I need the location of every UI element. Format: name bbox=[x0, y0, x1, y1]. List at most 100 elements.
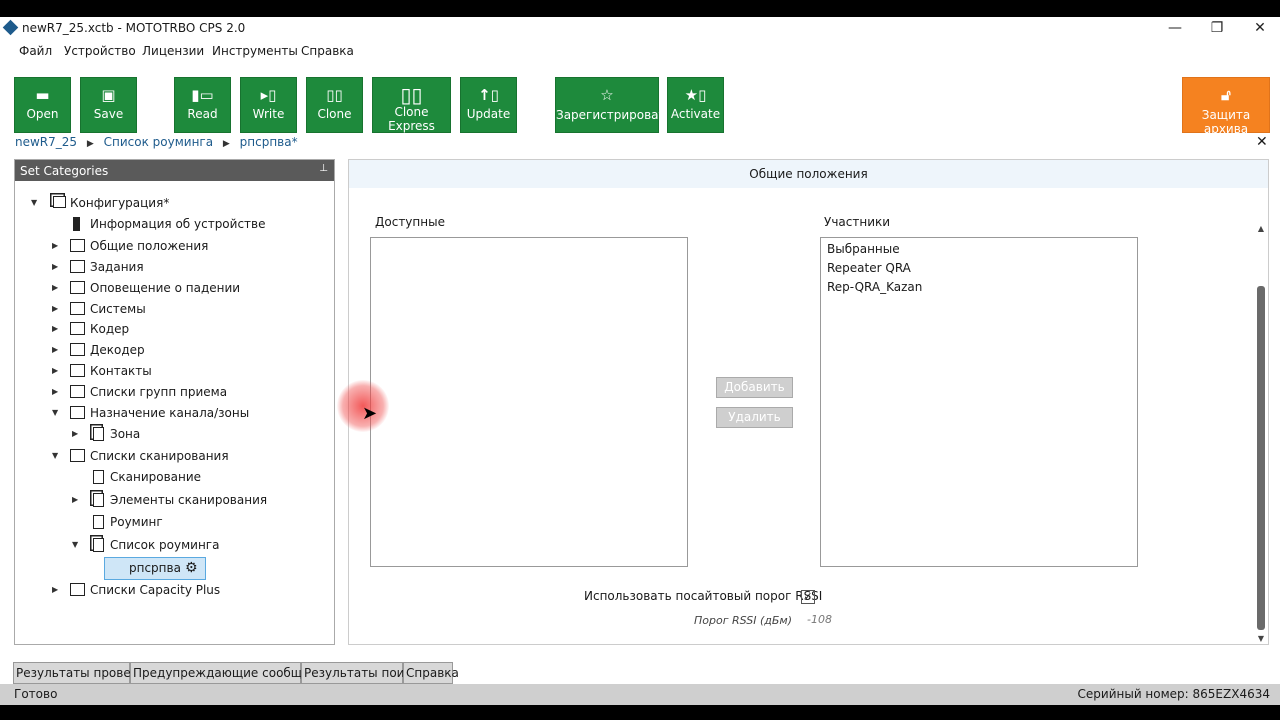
read-device-icon: ▮▭ bbox=[191, 86, 214, 104]
tree-label: Списки Capacity Plus bbox=[90, 583, 221, 597]
read-label: Read bbox=[187, 107, 218, 121]
tree-label: Сканирование bbox=[110, 470, 202, 484]
menu-file[interactable]: Файл bbox=[19, 44, 52, 58]
expand-arrow-icon[interactable]: ▶ bbox=[52, 382, 62, 402]
rssi-threshold-value[interactable]: -108 bbox=[807, 613, 832, 626]
archive-protection-button[interactable]: 🔓︎ Защита архива bbox=[1182, 77, 1270, 136]
tree-label: Назначение канала/зоны bbox=[90, 406, 250, 420]
tab-check-results[interactable]: Результаты проверки bbox=[13, 662, 153, 684]
page-icon bbox=[93, 515, 104, 529]
panel-title: Set Categories bbox=[20, 164, 109, 178]
add-button[interactable]: Добавить bbox=[716, 377, 793, 398]
tree-label: Роуминг bbox=[110, 515, 163, 529]
folder-icon bbox=[70, 583, 85, 596]
menu-help[interactable]: Справка bbox=[301, 44, 354, 58]
folder-open-icon: ▬ bbox=[35, 86, 50, 104]
menu-tools[interactable]: Инструменты bbox=[212, 44, 298, 58]
expand-arrow-icon[interactable]: ▶ bbox=[72, 490, 82, 510]
breadcrumb-item[interactable]: newR7_25 bbox=[15, 135, 77, 149]
breadcrumb: newR7_25 ▶ Список роуминга ▶ рпсрпва* bbox=[15, 135, 304, 151]
expand-arrow-icon[interactable]: ▶ bbox=[72, 424, 82, 444]
register-label: Зарегистрировать bbox=[556, 108, 673, 122]
status-bar: Готово Серийный номер: 865EZX4634 bbox=[0, 684, 1280, 705]
expand-arrow-icon[interactable]: ▶ bbox=[52, 580, 62, 600]
archive-protection-label: Защита архива bbox=[1201, 108, 1251, 136]
members-listbox[interactable]: Выбранные Repeater QRA Rep-QRA_Kazan bbox=[820, 237, 1138, 567]
list-item[interactable]: Repeater QRA bbox=[827, 261, 911, 275]
expand-arrow-icon[interactable]: ▶ bbox=[52, 236, 62, 256]
activate-button[interactable]: ★▯ Activate bbox=[667, 77, 724, 133]
clone-button[interactable]: ▯▯ Clone bbox=[306, 77, 363, 133]
expand-arrow-icon[interactable]: ▶ bbox=[52, 361, 62, 381]
write-device-icon: ▸▯ bbox=[260, 86, 277, 104]
expand-arrow-icon[interactable]: ▶ bbox=[52, 278, 62, 298]
tree-label: Списки групп приема bbox=[90, 385, 228, 399]
pages-icon bbox=[93, 493, 104, 507]
section-header: Общие положения bbox=[349, 160, 1268, 188]
list-item[interactable]: Rep-QRA_Kazan bbox=[827, 280, 922, 294]
scroll-up-icon[interactable]: ▲ bbox=[1256, 224, 1266, 233]
mouse-cursor-icon: ➤ bbox=[362, 403, 378, 424]
star-icon: ☆ bbox=[600, 86, 614, 104]
floppy-icon: ▣ bbox=[101, 86, 116, 104]
expand-arrow-icon[interactable]: ▼ bbox=[31, 193, 41, 213]
unlock-icon: 🔓︎ bbox=[1221, 86, 1231, 104]
list-item[interactable]: Выбранные bbox=[827, 242, 900, 256]
minimize-button[interactable]: — bbox=[1160, 19, 1190, 37]
vertical-scrollbar[interactable]: ▲ ▼ bbox=[1256, 210, 1266, 646]
set-categories-panel: Set Categories ⊥ ▼ Конфигурация* Информа… bbox=[14, 159, 335, 645]
gear-icon[interactable]: ⚙ bbox=[185, 560, 198, 576]
collapse-arrow-icon[interactable]: ▼ bbox=[72, 535, 82, 555]
folder-icon bbox=[70, 385, 85, 398]
folder-open-icon bbox=[70, 449, 85, 462]
tree-node-selected[interactable]: рпсрпва ⚙ bbox=[104, 557, 206, 580]
tab-help[interactable]: Справка bbox=[403, 662, 459, 684]
tree-label: Контакты bbox=[90, 364, 152, 378]
close-tab-icon[interactable]: ✕ bbox=[1256, 134, 1268, 150]
rssi-checkbox[interactable]: ✓ bbox=[801, 590, 815, 604]
pages-icon bbox=[93, 538, 104, 552]
chevron-right-icon: ▶ bbox=[222, 139, 230, 149]
collapse-arrow-icon[interactable]: ▼ bbox=[52, 446, 62, 466]
serial-number: Серийный номер: 865EZX4634 bbox=[1077, 687, 1270, 701]
tree-label: рпсрпва bbox=[129, 561, 181, 575]
scroll-thumb[interactable] bbox=[1257, 286, 1265, 630]
open-button[interactable]: ▬ Open bbox=[14, 77, 71, 133]
tree-label: Общие положения bbox=[90, 239, 209, 253]
menu-licenses[interactable]: Лицензии bbox=[142, 44, 204, 58]
tree-label: Список роуминга bbox=[110, 538, 220, 552]
chevron-right-icon: ▶ bbox=[86, 139, 94, 149]
scroll-down-icon[interactable]: ▼ bbox=[1256, 634, 1266, 643]
clone-express-button[interactable]: ▯▯ Clone Express bbox=[372, 77, 451, 133]
tree-label: Элементы сканирования bbox=[110, 493, 268, 507]
tab-search-results[interactable]: Результаты поиска bbox=[301, 662, 426, 684]
available-title: Доступные bbox=[375, 215, 445, 229]
roam-list-editor: Общие положения Доступные Участники Выбр… bbox=[348, 159, 1269, 645]
breadcrumb-item[interactable]: Список роуминга bbox=[104, 135, 213, 149]
tab-warnings[interactable]: Предупреждающие сообщения bbox=[130, 662, 332, 684]
pin-icon[interactable]: ⊥ bbox=[319, 163, 328, 174]
restore-button[interactable]: ❐ bbox=[1202, 19, 1232, 37]
expand-arrow-icon[interactable]: ▶ bbox=[52, 257, 62, 277]
expand-arrow-icon[interactable]: ▶ bbox=[52, 319, 62, 339]
save-button[interactable]: ▣ Save bbox=[80, 77, 137, 133]
folder-open-icon bbox=[70, 406, 85, 419]
app-window: newR7_25.xctb - MOTOTRBO CPS 2.0 — ❐ ✕ Ф… bbox=[0, 17, 1280, 705]
folder-icon bbox=[70, 322, 85, 335]
available-listbox[interactable] bbox=[370, 237, 688, 567]
update-icon: ↑▯ bbox=[478, 86, 499, 104]
menu-device[interactable]: Устройство bbox=[64, 44, 136, 58]
write-button[interactable]: ▸▯ Write bbox=[240, 77, 297, 133]
remove-button[interactable]: Удалить bbox=[716, 407, 793, 428]
tree-label: Кодер bbox=[90, 322, 130, 336]
update-button[interactable]: ↑▯ Update bbox=[460, 77, 517, 133]
expand-arrow-icon[interactable]: ▶ bbox=[52, 340, 62, 360]
pages-icon bbox=[93, 427, 104, 441]
close-button[interactable]: ✕ bbox=[1245, 19, 1275, 37]
config-icon bbox=[53, 196, 66, 208]
collapse-arrow-icon[interactable]: ▼ bbox=[52, 403, 62, 423]
breadcrumb-item[interactable]: рпсрпва* bbox=[240, 135, 298, 149]
expand-arrow-icon[interactable]: ▶ bbox=[52, 299, 62, 319]
read-button[interactable]: ▮▭ Read bbox=[174, 77, 231, 133]
register-button[interactable]: ☆ Зарегистрировать bbox=[555, 77, 673, 133]
